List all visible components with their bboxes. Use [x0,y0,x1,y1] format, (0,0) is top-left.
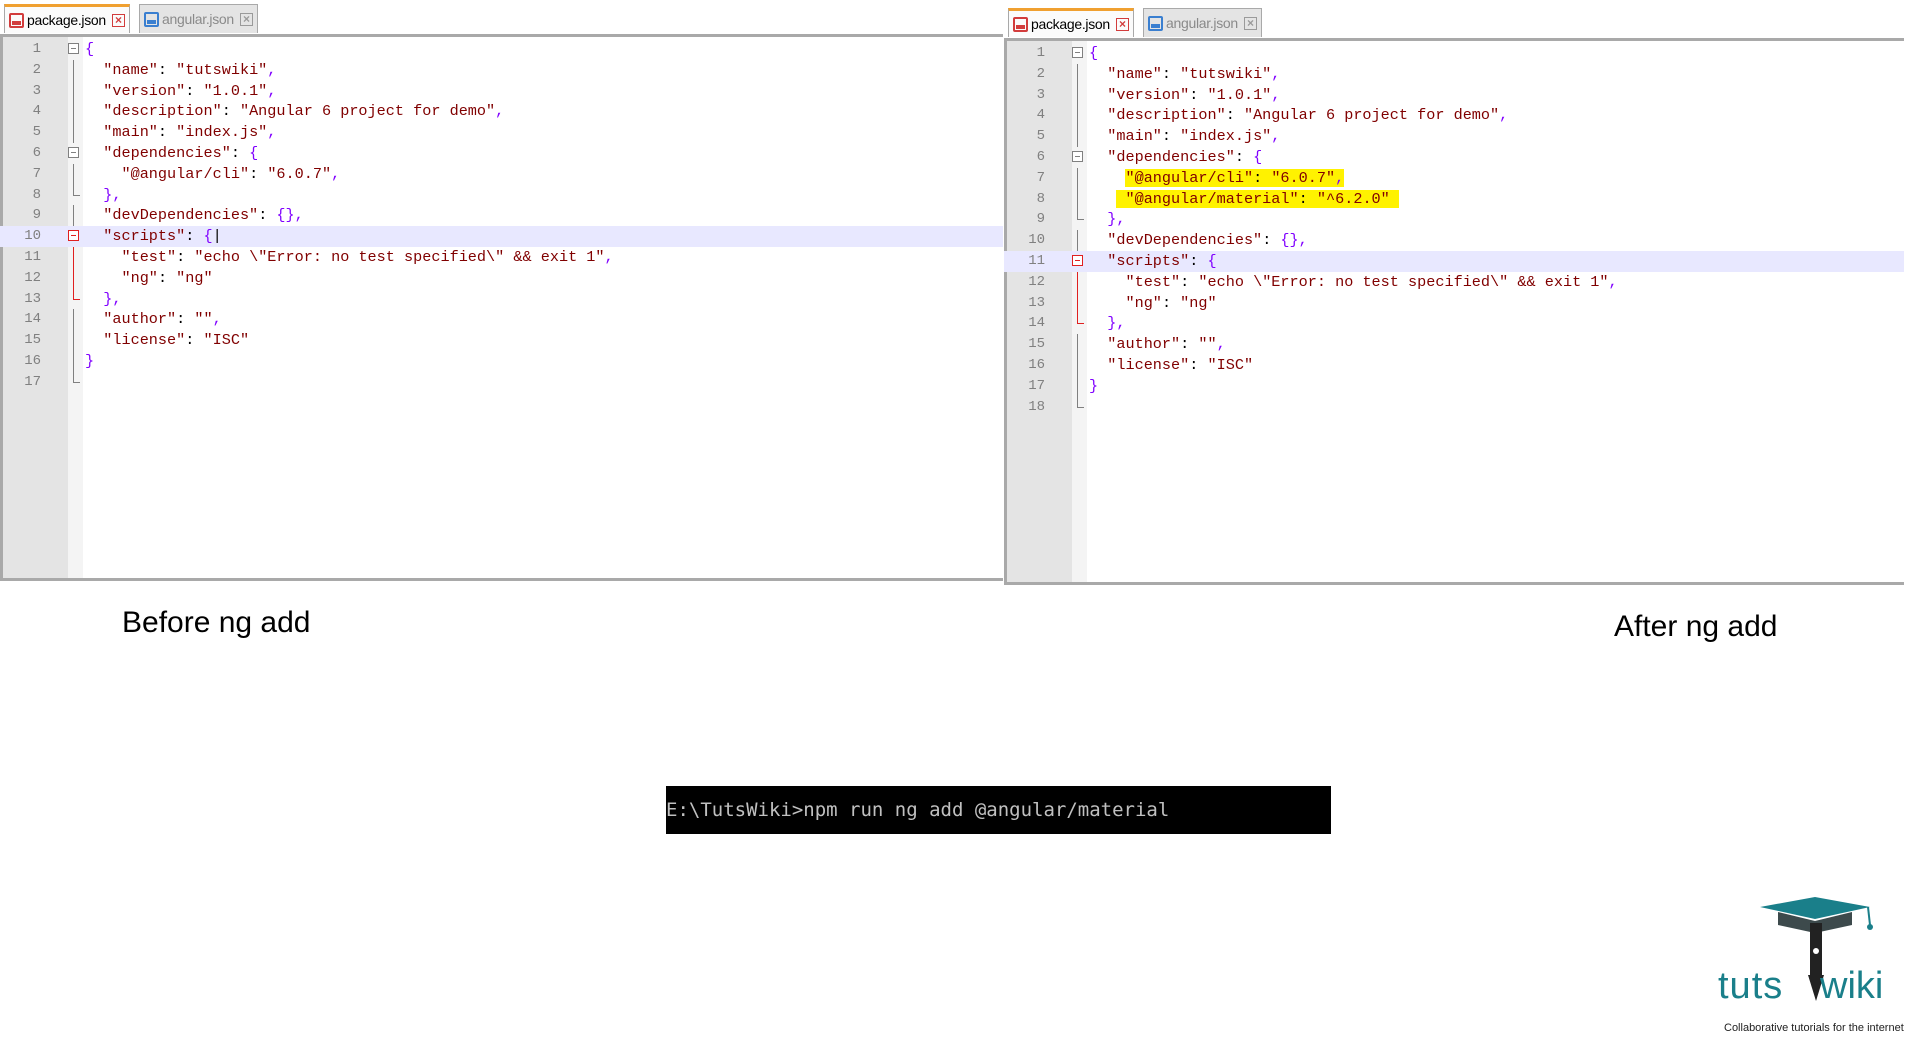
code-line: 14 }, [1028,313,1126,333]
code-line: 15 "author": "", [1028,334,1226,355]
close-tab-icon[interactable]: × [1243,16,1257,30]
code-line: 13 }, [24,288,122,308]
save-file-icon [1013,16,1028,32]
logo-brand-left: tuts [1718,965,1784,1007]
code-line: 17} [1028,375,1099,397]
editor-after: package.json × angular.json × 1{ 2 "name… [1004,4,1904,585]
code-line: 12 "ng": "ng" [24,267,213,289]
tab-package-json[interactable]: package.json × [1008,8,1134,37]
code-line: 4 "description": "Angular 6 project for … [1036,105,1509,127]
fold-collapse-icon [1072,47,1083,58]
fold-collapse-icon [1072,150,1083,162]
code-line: 10 "devDependencies": {}, [1028,230,1308,251]
caption-after: After ng add [1614,610,1778,643]
code-line: 13 "ng": "ng" [1028,292,1217,314]
code-lines: 1{ 2 "name": "tutswiki", 3 "version": "1… [0,39,1003,393]
code-line: 4 "description": "Angular 6 project for … [32,101,505,123]
code-line: 15 "license": "ISC" [24,330,250,351]
code-line: 11 "test": "echo \"Error: no test specif… [24,246,614,268]
tab-label: package.json [27,12,106,28]
code-line: 12 "test": "echo \"Error: no test specif… [1028,271,1618,293]
logo-tagline: Collaborative tutorials for the internet [1724,1022,1904,1034]
fold-collapse-icon [1072,254,1083,266]
code-line-current: 11 "scripts": { [1004,250,1904,272]
tab-label: angular.json [162,11,234,27]
fold-collapse-icon [68,146,79,158]
editor-before: package.json × angular.json × 1{ 2 "name… [0,0,1003,581]
code-line: 7 "@angular/cli": "6.0.7", [1036,167,1345,189]
code-area[interactable]: 1{ 2 "name": "tutswiki", 3 "version": "1… [0,37,1003,578]
code-line: 7 "@angular/cli": "6.0.7", [32,163,341,185]
code-line: 9 }, [1036,209,1126,229]
code-line: 2 "name": "tutswiki", [32,59,277,81]
tab-label: angular.json [1166,15,1238,31]
code-line: 3 "version": "1.0.1", [1036,84,1281,106]
code-line: 1{ [32,40,95,58]
fold-collapse-icon [68,230,79,242]
code-line: 14 "author": "", [24,309,222,331]
file-icon [144,11,159,27]
logo-brand-right: wiki [1820,965,1884,1007]
code-line: 16} [24,350,95,372]
tab-label: package.json [1031,16,1110,32]
close-tab-icon[interactable]: × [239,12,253,26]
code-line: 6 "dependencies": { [32,143,259,162]
fold-collapse-icon [68,43,79,54]
tab-angular-json[interactable]: angular.json × [139,4,258,33]
code-line: 2 "name": "tutswiki", [1036,63,1281,85]
close-tab-icon[interactable]: × [111,13,125,27]
code-line: 5 "main": "index.js", [32,122,277,143]
tab-package-json[interactable]: package.json × [4,4,130,33]
save-file-icon [9,12,24,28]
code-line: 18 [1004,396,1904,418]
close-tab-icon[interactable]: × [1115,17,1129,31]
tutswiki-logo: tuts wiki Collaborative tutorials for th… [1700,895,1912,1041]
code-line: 8 }, [32,184,122,204]
code-line-current: 10 "scripts": {| [0,226,1003,247]
code-line: 9 "devDependencies": {}, [32,205,304,227]
code-line: 16 "license": "ISC" [1028,354,1254,376]
code-line: 3 "version": "1.0.1", [32,80,277,102]
code-line-highlighted: 8 "@angular/material": "^6.2.0" [1004,188,1904,210]
tab-bar: package.json × angular.json × [0,0,1003,37]
file-icon [1148,15,1163,31]
code-lines: 1{ 2 "name": "tutswiki", 3 "version": "1… [1004,43,1904,417]
terminal-command: E:\TutsWiki>npm run ng add @angular/mate… [666,786,1331,834]
code-line: 1{ [1036,44,1099,62]
code-line: 17 [0,371,1003,393]
code-area[interactable]: 1{ 2 "name": "tutswiki", 3 "version": "1… [1004,41,1904,582]
code-line: 6 "dependencies": { [1036,147,1263,166]
tab-bar: package.json × angular.json × [1004,4,1904,41]
code-line: 5 "main": "index.js", [1036,126,1281,147]
tab-angular-json[interactable]: angular.json × [1143,8,1262,37]
caption-before: Before ng add [122,606,311,639]
